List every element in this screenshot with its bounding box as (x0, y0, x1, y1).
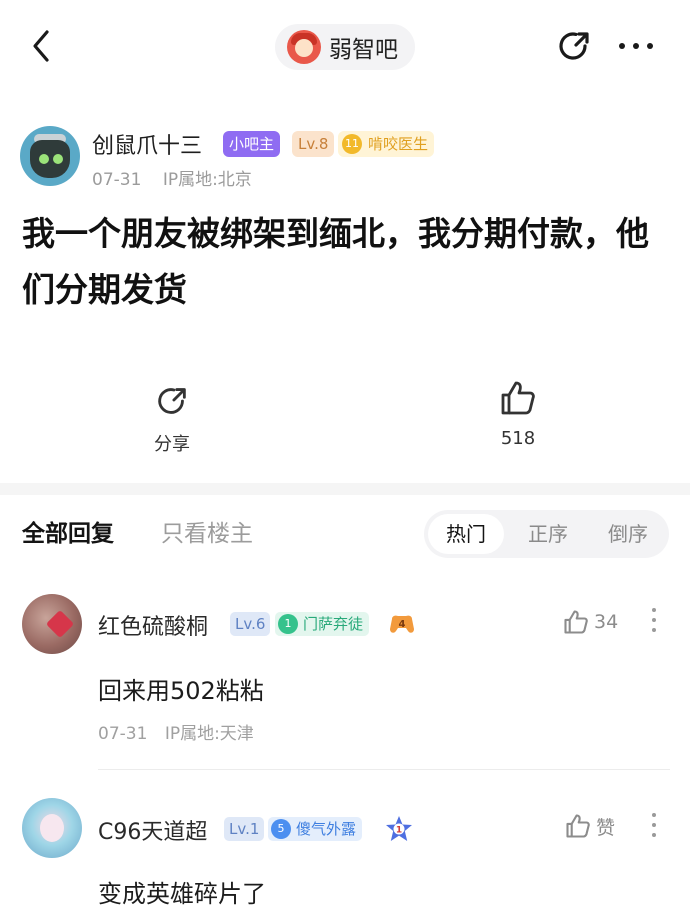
title-level-icon: 1 (278, 614, 298, 634)
forum-entry[interactable]: 弱智吧 (275, 24, 415, 70)
forum-name: 弱智吧 (329, 37, 398, 63)
comment-author[interactable]: 红色硫酸桐 (98, 609, 208, 641)
chevron-left-icon (33, 30, 49, 62)
tab-all-replies[interactable]: 全部回复 (22, 514, 114, 548)
owner-badge: 小吧主 (223, 131, 281, 157)
sort-switch: 热门 正序 倒序 (424, 510, 669, 558)
like-count: 518 (500, 428, 536, 449)
title-badge-label: 门萨弃徒 (303, 615, 364, 633)
title-level-icon: 11 (342, 134, 362, 154)
thumbs-up-icon (501, 381, 535, 415)
comment-title-badge[interactable]: 1 门萨弃徒 (275, 612, 370, 636)
title-badge-label: 啃咬医生 (368, 135, 429, 153)
comment-more-button[interactable] (650, 813, 658, 843)
more-button[interactable] (614, 26, 658, 66)
svg-text:4: 4 (399, 619, 406, 630)
post-date: 07-31 (92, 170, 142, 190)
comment-divider (98, 769, 670, 770)
comment-title-badge[interactable]: 5 傻气外露 (268, 817, 363, 841)
share-icon (559, 32, 589, 60)
comment-avatar[interactable] (22, 798, 82, 858)
title-level-icon: 5 (271, 819, 291, 839)
post-ip: IP属地:北京 (162, 170, 252, 190)
sort-ascending[interactable]: 正序 (510, 514, 586, 554)
share-label: 分享 (154, 434, 190, 455)
sort-descending[interactable]: 倒序 (590, 514, 666, 554)
tab-owner-only[interactable]: 只看楼主 (161, 514, 253, 548)
top-bar: 弱智吧 (0, 0, 690, 96)
post-meta: 07-31 IP属地:北京 (92, 165, 252, 190)
controller-emblem-icon: 4 (390, 615, 414, 633)
share-icon (158, 388, 186, 414)
title-badge-label: 傻气外露 (296, 820, 357, 838)
comment-author[interactable]: C96天道超 (98, 814, 207, 846)
author-name[interactable]: 创鼠爪十三 (92, 128, 202, 160)
svg-text:1: 1 (396, 826, 402, 836)
comment-ip: IP属地:天津 (164, 724, 254, 744)
level-badge: Lv.8 (292, 131, 335, 157)
post-share-button[interactable]: 分享 (132, 382, 212, 456)
comment-text: 变成英雄碎片了 (98, 880, 266, 908)
comment-like-count: 34 (594, 611, 619, 633)
comment-avatar[interactable] (22, 594, 82, 654)
forum-avatar (287, 30, 321, 64)
back-button[interactable] (22, 26, 62, 66)
sort-hot[interactable]: 热门 (428, 514, 504, 554)
thumbs-up-icon (564, 610, 588, 634)
comment-text: 回来用502粘粘 (98, 677, 264, 705)
comment-like-label: 赞 (596, 816, 616, 839)
comment-like-button[interactable]: 34 (562, 608, 618, 636)
comment-date: 07-31 (98, 724, 148, 744)
more-horizontal-icon (619, 43, 653, 49)
star-medal-icon: 1 (386, 816, 412, 841)
title-badge[interactable]: 11 啃咬医生 (338, 131, 435, 157)
section-divider (0, 483, 690, 495)
comment-level-badge: Lv.1 (224, 817, 265, 841)
comment-level-badge: Lv.6 (230, 612, 271, 636)
thumbs-up-icon (566, 814, 590, 838)
author-avatar[interactable] (20, 126, 80, 186)
post-title: 我一个朋友被绑架到缅北，我分期付款，他们分期发货 (22, 214, 649, 309)
comment-like-button[interactable]: 赞 (564, 812, 615, 840)
share-button[interactable] (554, 26, 594, 66)
comment-more-button[interactable] (650, 608, 658, 638)
post-like-button[interactable]: 518 (478, 378, 558, 449)
comment-meta: 07-31 IP属地:天津 (98, 719, 254, 744)
